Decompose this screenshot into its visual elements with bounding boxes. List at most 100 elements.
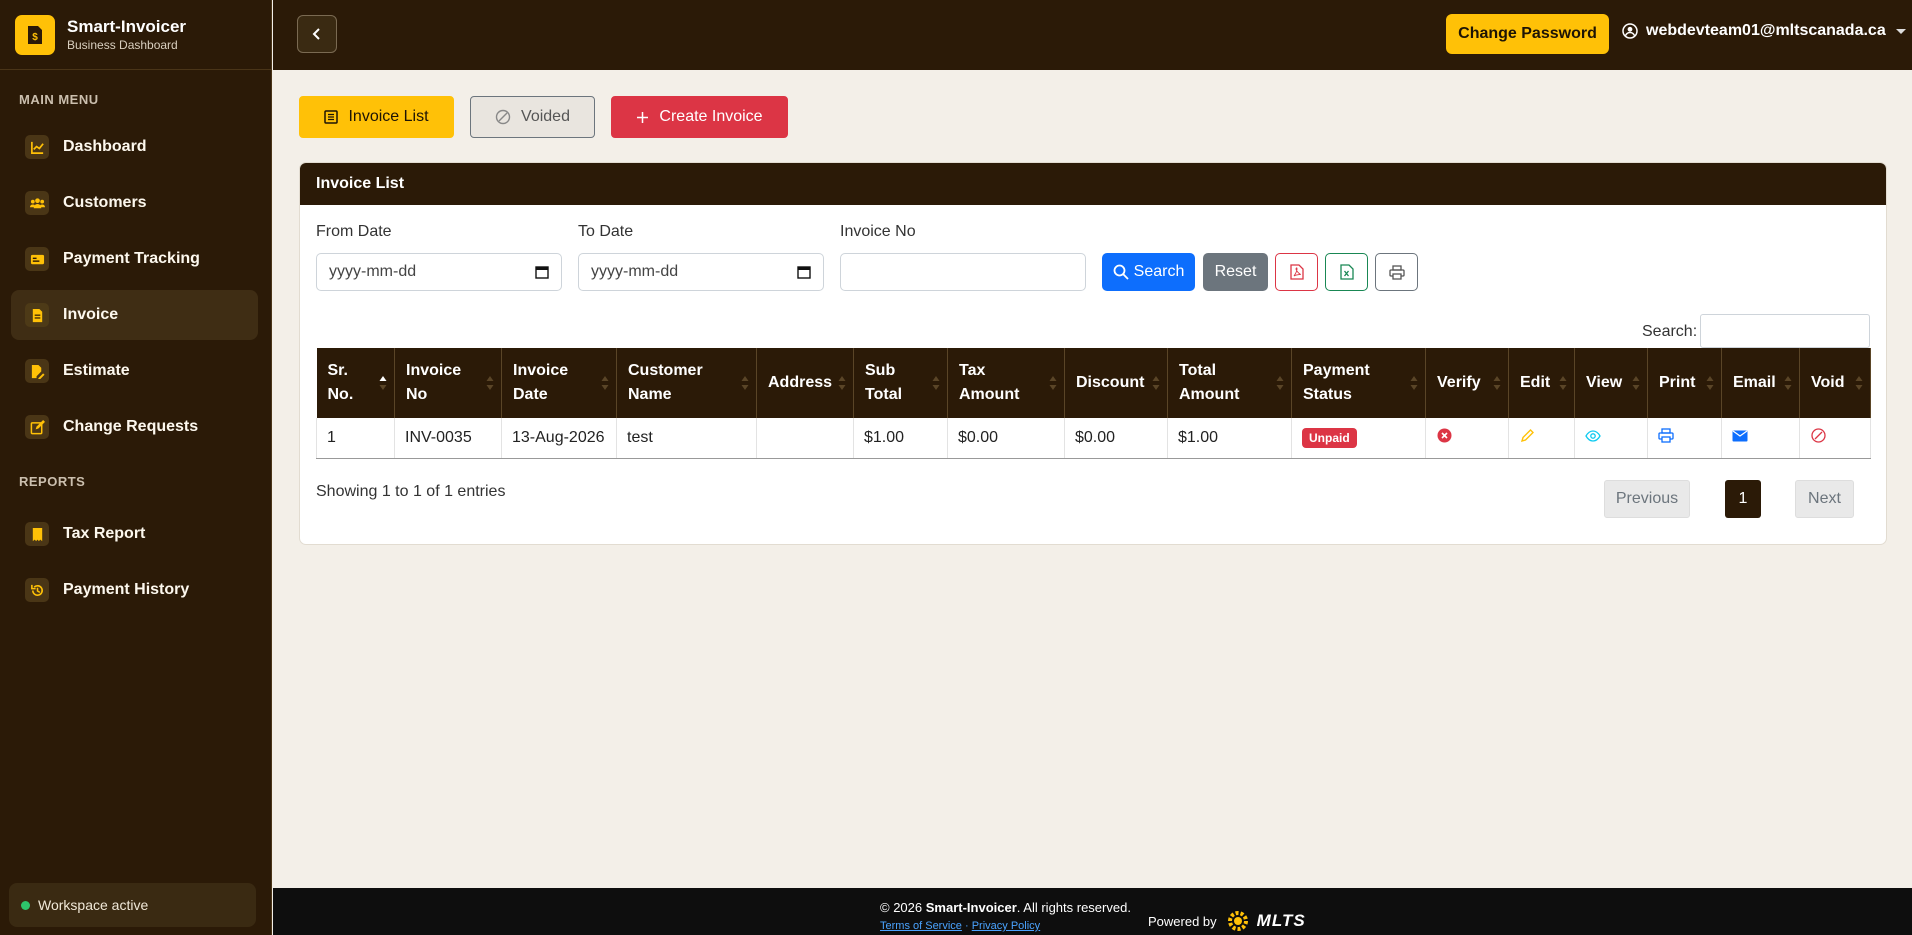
void-ban-icon[interactable]	[1810, 428, 1826, 444]
svg-text:$: $	[32, 32, 38, 43]
column-header-tax-amount[interactable]: Tax Amount	[947, 348, 1065, 418]
copyright-suffix: . All rights reserved.	[1016, 900, 1131, 915]
topbar: Change Password webdevteam01@mltscanada.…	[273, 0, 1912, 70]
copyright: © 2026 Smart-Invoicer. All rights reserv…	[880, 900, 1131, 915]
to-date-input[interactable]: yyyy-mm-dd	[578, 253, 824, 291]
header-line: Invoice	[406, 362, 462, 379]
sidebar-item-label: Dashboard	[63, 138, 147, 155]
header-line: Amount	[959, 386, 1020, 403]
sidebar-item-dashboard[interactable]: Dashboard	[11, 122, 258, 172]
pagination-page-1[interactable]: 1	[1725, 480, 1761, 518]
invoice-list-tab-label: Invoice List	[348, 108, 429, 125]
export-excel-button[interactable]	[1325, 253, 1368, 291]
column-header-discount[interactable]: Discount	[1064, 348, 1168, 418]
print-button[interactable]	[1375, 253, 1418, 291]
reset-button[interactable]: Reset	[1203, 253, 1268, 291]
cell-email	[1721, 418, 1800, 459]
column-header-view[interactable]: View	[1574, 348, 1648, 418]
email-envelope-icon[interactable]	[1732, 428, 1748, 444]
column-header-total-amount[interactable]: Total Amount	[1167, 348, 1292, 418]
header-line: Total	[865, 386, 903, 403]
sort-icon	[1559, 376, 1567, 390]
to-date-label: To Date	[578, 223, 634, 240]
sort-icon	[838, 376, 846, 390]
sort-icon	[1706, 376, 1714, 390]
user-menu[interactable]: webdevteam01@mltscanada.ca	[1622, 22, 1906, 40]
file-icon	[25, 303, 49, 327]
workspace-status: Workspace active	[9, 883, 256, 927]
invoice-no-label: Invoice No	[840, 223, 916, 240]
workspace-status-label: Workspace active	[38, 897, 149, 913]
header-line: Sr.	[327, 362, 348, 379]
column-header-address[interactable]: Address	[756, 348, 854, 418]
sidebar-item-payment-history[interactable]: Payment History	[11, 565, 258, 615]
reports-title: REPORTS	[19, 474, 86, 489]
card-title: Invoice List	[300, 163, 1886, 205]
sidebar-item-payment-tracking[interactable]: Payment Tracking	[11, 234, 258, 284]
sidebar: $ Smart-Invoicer Business Dashboard MAIN…	[0, 0, 272, 935]
sidebar-item-estimate[interactable]: Estimate	[11, 346, 258, 396]
sort-icon	[1855, 376, 1863, 390]
sidebar-toggle-button[interactable]	[297, 15, 337, 53]
table-search-input[interactable]	[1700, 314, 1870, 348]
verify-x-circle-icon[interactable]	[1436, 428, 1452, 444]
search-button-label: Search	[1133, 263, 1185, 280]
column-header-invoice-no[interactable]: Invoice No	[394, 348, 502, 418]
link-separator: ·	[964, 920, 969, 932]
ban-icon	[495, 109, 511, 125]
powered-by-label: Powered by	[1148, 913, 1217, 929]
column-header-sub-total[interactable]: Sub Total	[853, 348, 948, 418]
caret-down-icon	[1895, 28, 1906, 34]
sidebar-item-change-requests[interactable]: Change Requests	[11, 402, 258, 452]
from-date-value: yyyy-mm-dd	[329, 263, 417, 280]
column-header-print[interactable]: Print	[1647, 348, 1722, 418]
pagination-next[interactable]: Next	[1795, 480, 1854, 518]
sort-icon	[1784, 376, 1792, 390]
from-date-input[interactable]: yyyy-mm-dd	[316, 253, 562, 291]
column-header-sr-no[interactable]: Sr. No.	[316, 348, 395, 418]
sort-asc-icon	[379, 376, 387, 390]
change-password-button[interactable]: Change Password	[1446, 14, 1609, 54]
header-line: Email	[1733, 374, 1776, 391]
list-icon	[324, 110, 339, 124]
cell-total-amount: $1.00	[1167, 418, 1292, 459]
cell-address	[756, 418, 854, 459]
column-header-payment-status[interactable]: Payment Status	[1291, 348, 1426, 418]
invoice-no-input[interactable]	[840, 253, 1086, 291]
column-header-void[interactable]: Void	[1799, 348, 1871, 418]
column-header-customer-name[interactable]: Customer Name	[616, 348, 757, 418]
column-header-verify[interactable]: Verify	[1425, 348, 1509, 418]
user-email: webdevteam01@mltscanada.ca	[1646, 22, 1886, 39]
header-line: Amount	[1179, 386, 1240, 403]
voided-tab[interactable]: Voided	[470, 96, 595, 138]
header-line: Payment	[1303, 362, 1370, 379]
table-info: Showing 1 to 1 of 1 entries	[316, 483, 506, 500]
sidebar-item-invoice[interactable]: Invoice	[11, 290, 258, 340]
pagination-previous[interactable]: Previous	[1604, 480, 1690, 518]
sidebar-item-customers[interactable]: Customers	[11, 178, 258, 228]
sort-icon	[1152, 376, 1160, 390]
print-printer-icon[interactable]	[1658, 428, 1674, 444]
table-row: 1 INV-0035 13-Aug-2026 test $1.00 $0.00 …	[316, 418, 1871, 459]
header-line: Void	[1811, 374, 1845, 391]
privacy-link[interactable]: Privacy Policy	[972, 920, 1040, 932]
column-header-invoice-date[interactable]: Invoice Date	[501, 348, 617, 418]
sort-icon	[1493, 376, 1501, 390]
edit-pencil-icon[interactable]	[1519, 428, 1535, 444]
calendar-icon[interactable]	[797, 265, 811, 279]
mlts-logo[interactable]: MLTS	[1257, 911, 1306, 931]
view-eye-icon[interactable]	[1585, 428, 1601, 444]
header-line: Verify	[1437, 374, 1481, 391]
column-header-email[interactable]: Email	[1721, 348, 1800, 418]
sidebar-item-tax-report[interactable]: Tax Report	[11, 509, 258, 559]
search-button[interactable]: Search	[1102, 253, 1195, 291]
terms-link[interactable]: Terms of Service	[880, 920, 962, 932]
calendar-icon[interactable]	[535, 265, 549, 279]
create-invoice-button[interactable]: Create Invoice	[611, 96, 788, 138]
column-header-edit[interactable]: Edit	[1508, 348, 1575, 418]
brand[interactable]: $ Smart-Invoicer Business Dashboard	[0, 0, 271, 70]
cell-sr-no: 1	[316, 418, 395, 459]
export-pdf-button[interactable]	[1275, 253, 1318, 291]
sidebar-item-label: Estimate	[63, 362, 130, 379]
invoice-list-tab[interactable]: Invoice List	[299, 96, 454, 138]
